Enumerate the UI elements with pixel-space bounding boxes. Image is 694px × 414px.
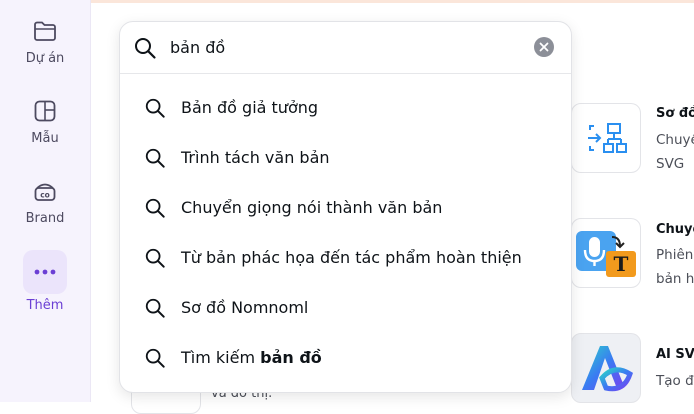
suggestion-label: Trình tách văn bản bbox=[181, 148, 330, 167]
search-input[interactable] bbox=[170, 34, 530, 60]
more-button-bg bbox=[23, 250, 67, 294]
diagram-svg-icon bbox=[580, 112, 632, 164]
card-description: Chuyể bbox=[656, 132, 694, 148]
template-icon bbox=[34, 100, 56, 122]
search-for-prefix: Tìm kiếm bbox=[181, 348, 261, 367]
sidebar-item-projects[interactable]: Dự án bbox=[0, 18, 90, 66]
suggestion-label: Tìm kiếm bản đồ bbox=[181, 348, 322, 367]
svg-text:co: co bbox=[40, 191, 50, 200]
search-icon bbox=[145, 148, 165, 168]
card-diagram-thumbnail[interactable] bbox=[571, 103, 641, 173]
suggestion-label: Chuyển giọng nói thành văn bản bbox=[181, 198, 443, 217]
sidebar-item-label: Brand bbox=[25, 211, 65, 226]
more-dots-icon bbox=[34, 269, 56, 275]
ai-svg-logo-icon bbox=[582, 346, 633, 392]
card-speech-thumbnail[interactable]: T bbox=[571, 218, 641, 288]
sidebar-item-brand[interactable]: co Brand bbox=[0, 178, 90, 226]
top-banner-strip bbox=[91, 0, 694, 3]
search-for-query-suggestion[interactable]: Tìm kiếm bản đồ bbox=[120, 338, 571, 378]
card-ai-svg-thumbnail[interactable] bbox=[571, 333, 641, 403]
search-bar bbox=[120, 22, 571, 74]
suggestion-label: Sơ đồ Nomnoml bbox=[181, 298, 309, 317]
search-icon bbox=[145, 248, 165, 268]
left-sidebar: Dự án Mẫu co Brand Thêm bbox=[0, 0, 91, 402]
search-icon bbox=[145, 298, 165, 318]
sidebar-item-more[interactable]: Thêm bbox=[0, 250, 90, 313]
search-icon bbox=[145, 348, 165, 368]
search-query-bold: bản đồ bbox=[260, 348, 322, 367]
search-suggestion[interactable]: Bản đồ giả tưởng bbox=[120, 88, 571, 128]
clear-search-button[interactable] bbox=[534, 37, 554, 57]
card-description: Tạo đ bbox=[656, 373, 694, 389]
card-description: SVG bbox=[656, 156, 685, 172]
search-suggestion[interactable]: Chuyển giọng nói thành văn bản bbox=[120, 188, 571, 228]
sidebar-item-label: Mẫu bbox=[31, 131, 59, 146]
search-dropdown: Bản đồ giả tưởng Trình tách văn bản Chuy… bbox=[119, 21, 572, 393]
sidebar-item-label: Thêm bbox=[26, 298, 64, 313]
search-suggestion[interactable]: Từ bản phác họa đến tác phẩm hoàn thiện bbox=[120, 238, 571, 278]
search-icon bbox=[145, 98, 165, 118]
card-title[interactable]: Chuyể bbox=[656, 222, 694, 237]
card-description: bản h bbox=[656, 271, 694, 287]
brand-icon: co bbox=[34, 183, 56, 201]
search-icon bbox=[145, 198, 165, 218]
svg-text:T: T bbox=[614, 252, 629, 276]
folder-icon bbox=[34, 21, 56, 41]
sidebar-item-templates[interactable]: Mẫu bbox=[0, 98, 90, 146]
search-icon bbox=[135, 38, 156, 59]
sidebar-item-label: Dự án bbox=[25, 51, 65, 66]
card-description: Phiên bbox=[656, 247, 694, 263]
search-suggestion[interactable]: Trình tách văn bản bbox=[120, 138, 571, 178]
card-title[interactable]: Sơ đồ bbox=[656, 106, 694, 121]
suggestion-label: Từ bản phác họa đến tác phẩm hoàn thiện bbox=[181, 248, 522, 267]
speech-to-text-icon: T bbox=[576, 231, 636, 277]
suggestion-label: Bản đồ giả tưởng bbox=[181, 98, 319, 117]
close-icon bbox=[539, 42, 549, 52]
search-suggestion[interactable]: Sơ đồ Nomnoml bbox=[120, 288, 571, 328]
card-title[interactable]: AI SVG bbox=[656, 347, 694, 362]
